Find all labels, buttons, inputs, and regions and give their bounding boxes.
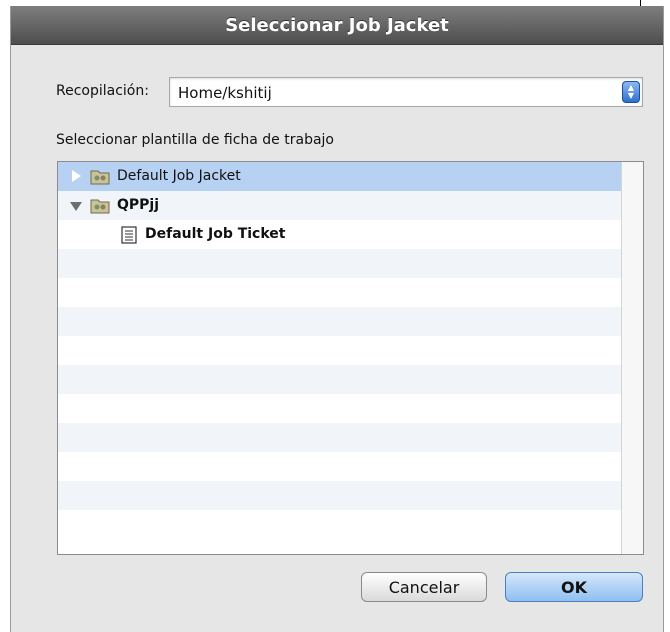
empty-row [58,510,621,539]
tree-item-default-job-jacket[interactable]: Default Job Jacket [58,162,621,191]
empty-row [58,336,621,365]
empty-row [58,423,621,452]
tree-item-qppjj[interactable]: QPPjj [58,191,621,220]
tree-item-default-job-ticket[interactable]: Default Job Ticket [58,220,621,249]
cancel-button[interactable]: Cancelar [361,572,487,602]
dialog-title: Seleccionar Job Jacket [11,6,663,45]
empty-row [58,307,621,336]
empty-row [58,394,621,423]
empty-row [58,452,621,481]
tree-rows: Default Job Jacket QPPjj Default Job Tic… [58,162,621,539]
chevron-updown-icon[interactable]: ▲ ▼ [622,81,640,103]
empty-row [58,278,621,307]
collection-select-value: Home/kshitij [178,84,272,102]
ok-button[interactable]: OK [505,572,643,602]
template-section-label: Seleccionar plantilla de ficha de trabaj… [56,132,334,148]
disclosure-right-icon[interactable] [72,170,81,182]
collection-select[interactable]: Home/kshitij ▲ ▼ [169,77,643,107]
job-ticket-icon [121,226,137,244]
disclosure-down-icon[interactable] [70,202,82,211]
select-job-jacket-dialog: Seleccionar Job Jacket Recopilación: Hom… [10,6,664,632]
empty-row [58,365,621,394]
empty-row [58,481,621,510]
tree-item-label: Default Job Ticket [145,226,286,242]
empty-row [58,249,621,278]
collection-label: Recopilación: [56,83,149,99]
template-tree[interactable]: Default Job Jacket QPPjj Default Job Tic… [57,161,644,555]
job-jacket-folder-icon [90,170,110,185]
job-jacket-folder-icon [90,199,110,214]
tree-item-label: QPPjj [117,197,160,213]
tree-item-label: Default Job Jacket [117,168,241,184]
vertical-scrollbar[interactable] [621,162,643,554]
